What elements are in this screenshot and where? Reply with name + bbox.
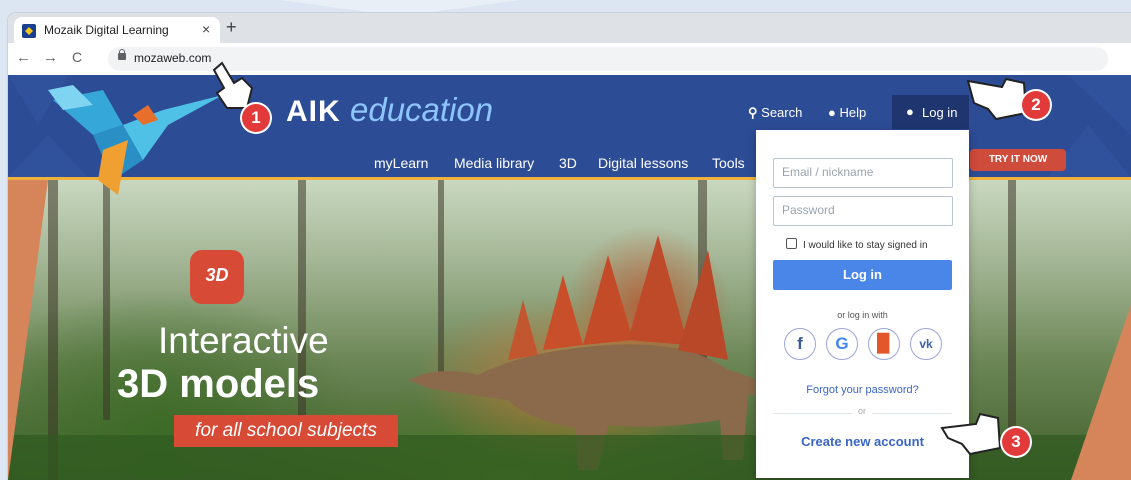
url-text: mozaweb.com [134, 51, 212, 65]
or-separator: or [852, 406, 872, 416]
back-arrow-icon[interactable]: ← [16, 49, 31, 66]
forgot-password-link[interactable]: Forgot your password? [756, 384, 969, 396]
kingfisher-logo-icon [48, 85, 223, 195]
search-link[interactable]: ⚲ Search [748, 105, 802, 121]
logo-brand: AIK [286, 95, 341, 128]
step-marker-3: 3 [1002, 428, 1030, 456]
3d-badge-icon: 3D [190, 250, 244, 304]
tab-title: Mozaik Digital Learning [44, 23, 169, 37]
search-label: Search [761, 105, 803, 120]
screenshot-stage: Mozaik Digital Learning × + ← → C mozawe… [0, 0, 1131, 480]
user-icon: ● [906, 104, 914, 119]
menu-item-mylearn[interactable]: myLearn [374, 155, 428, 171]
checkbox-icon[interactable] [786, 238, 797, 249]
hero-line-3: for all school subjects [174, 415, 398, 447]
vk-icon[interactable]: vk [910, 328, 942, 360]
new-tab-button[interactable]: + [226, 17, 237, 38]
browser-tab[interactable]: Mozaik Digital Learning × [14, 17, 220, 43]
login-top-label: Log in [922, 105, 958, 120]
or-log-in-with-label: or log in with [837, 310, 888, 320]
search-icon: ⚲ [748, 105, 758, 120]
login-submit-button[interactable]: Log in [773, 260, 952, 290]
stay-signed-in-label: I would like to stay signed in [803, 240, 928, 251]
reload-icon[interactable]: C [72, 49, 82, 65]
lock-icon [118, 49, 126, 60]
step-marker-1: 1 [242, 104, 270, 132]
password-input[interactable] [774, 197, 950, 223]
hero-line-2: 3D models [117, 362, 320, 406]
tab-strip: Mozaik Digital Learning × + [8, 13, 1131, 43]
menu-item-3d[interactable]: 3D [559, 155, 577, 171]
email-field[interactable] [773, 158, 953, 188]
pointing-hand-icon [966, 77, 1028, 121]
hero-line-1: Interactive [158, 320, 329, 361]
facebook-icon[interactable]: f [784, 328, 816, 360]
try-it-now-button[interactable]: TRY IT NOW [970, 149, 1066, 171]
help-icon: ● [828, 105, 836, 120]
stay-signed-in-checkbox[interactable]: I would like to stay signed in [786, 238, 928, 251]
help-label: Help [839, 105, 867, 120]
forward-arrow-icon[interactable]: → [43, 49, 58, 66]
login-panel: I would like to stay signed in Log in or… [756, 130, 969, 478]
tab-close-icon[interactable]: × [202, 21, 210, 37]
login-button-top[interactable]: ● Log in [892, 95, 969, 129]
office-icon[interactable]: ▉ [868, 328, 900, 360]
logo-subtitle: education [350, 91, 494, 128]
password-field[interactable] [773, 196, 953, 226]
create-account-link[interactable]: Create new account [756, 434, 969, 449]
menu-item-tools[interactable]: Tools [712, 155, 745, 171]
background-shape [280, 0, 520, 13]
menu-item-digital-lessons[interactable]: Digital lessons [598, 155, 688, 171]
mozaik-favicon-icon [22, 24, 36, 38]
google-icon[interactable]: G [826, 328, 858, 360]
browser-toolbar: ← → C mozaweb.com [8, 43, 1131, 76]
step-marker-2: 2 [1022, 91, 1050, 119]
help-link[interactable]: ● Help [828, 105, 866, 120]
pointing-hand-icon [940, 412, 1002, 456]
menu-item-media-library[interactable]: Media library [454, 155, 534, 171]
email-input[interactable] [774, 159, 950, 185]
